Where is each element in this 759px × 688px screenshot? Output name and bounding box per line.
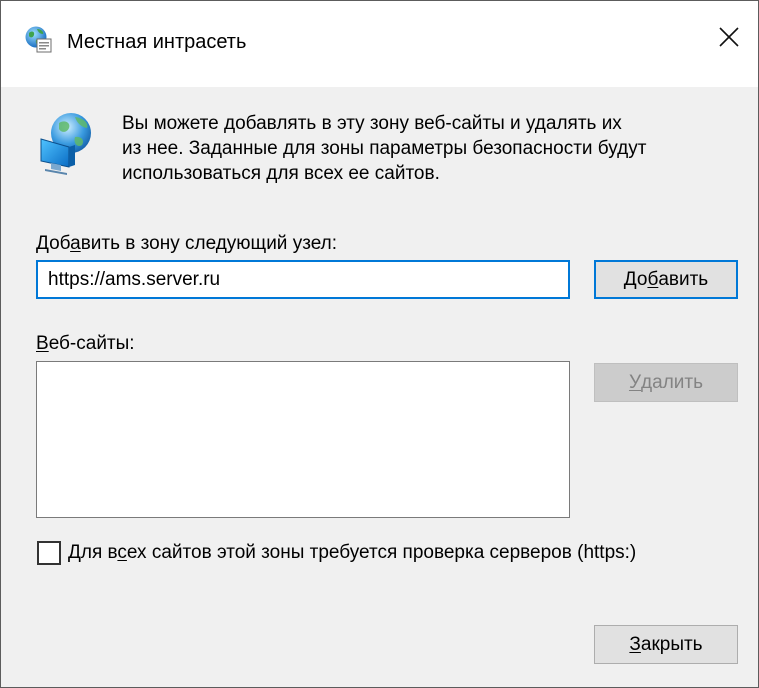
websites-label: Веб-сайты:: [36, 333, 135, 354]
close-window-button[interactable]: [701, 11, 757, 67]
globe-monitor-icon: [35, 109, 101, 175]
require-https-checkbox[interactable]: [37, 541, 61, 565]
close-button[interactable]: Закрыть: [594, 625, 738, 664]
local-intranet-dialog: Местная интрасеть Вы можете добавлять в …: [0, 0, 759, 688]
remove-button[interactable]: Удалить: [594, 363, 738, 402]
websites-list[interactable]: [36, 361, 570, 518]
intranet-globe-icon: [24, 25, 54, 55]
require-https-checkbox-row[interactable]: Для всех сайтов этой зоны требуется пров…: [37, 540, 636, 566]
close-icon: [718, 26, 740, 53]
dialog-title: Местная интрасеть: [67, 31, 247, 53]
add-site-input[interactable]: [36, 260, 570, 299]
add-site-label: Добавить в зону следующий узел:: [36, 233, 337, 254]
zone-description: Вы можете добавлять в эту зону веб-сайты…: [122, 113, 647, 184]
add-button[interactable]: До б авить: [594, 260, 738, 299]
title-bar: Местная интрасеть: [1, 1, 758, 87]
require-https-label[interactable]: Для всех сайтов этой зоны требуется пров…: [68, 542, 636, 564]
